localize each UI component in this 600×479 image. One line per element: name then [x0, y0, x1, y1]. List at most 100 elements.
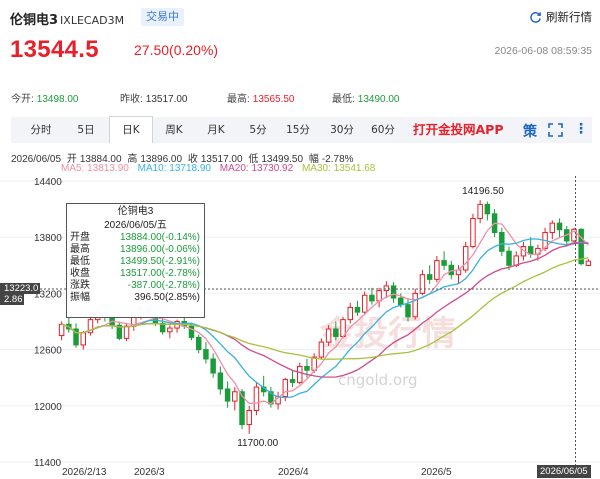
x-tick-label: 2026/3 — [134, 467, 165, 478]
strategy-icon[interactable]: 策 — [523, 121, 537, 141]
refresh-label: 刷新行情 — [546, 10, 592, 24]
tab-15min[interactable]: 15分 — [283, 117, 313, 143]
candle-body — [304, 365, 310, 371]
open-app-link[interactable]: 打开金投网APP — [413, 117, 504, 143]
candle-body — [289, 379, 296, 383]
min-price-annotation: 11700.00 — [237, 438, 278, 449]
candle-body — [549, 222, 556, 234]
candle-body — [484, 203, 491, 215]
stat-low: 最低: 13490.00 — [332, 94, 400, 105]
stat-high: 最高: 13565.50 — [227, 94, 295, 105]
settings-icon[interactable]: ⋮ — [574, 121, 588, 137]
candle-body — [398, 297, 404, 306]
x-axis-labels: 2026/2/13 2026/3 2026/4 2026/5 — [62, 467, 452, 478]
tab-60min[interactable]: 60分 — [368, 117, 398, 143]
candle-body — [203, 349, 209, 360]
refresh-icon — [530, 11, 541, 23]
stat-prev-close: 昨收: 13517.00 — [120, 94, 188, 105]
candle-body — [167, 327, 173, 333]
y-tick-label: 12000 — [34, 402, 62, 413]
candle-body — [347, 306, 353, 321]
y-tick-label: 13800 — [34, 233, 62, 244]
instrument-code: IXLECAD3M — [60, 14, 125, 27]
candle-body — [556, 222, 563, 231]
candle-body — [477, 203, 483, 219]
candle-body — [434, 260, 440, 280]
instrument-title: 伦铜电3 IXLECAD3M — [10, 9, 124, 28]
candle-body — [195, 336, 202, 351]
candle-body — [499, 232, 505, 252]
y-axis-labels: 144001380013200126001200011400 — [34, 177, 62, 469]
stat-open: 今开: 13498.00 — [11, 94, 79, 105]
ohlc-date: 2026/06/05 — [11, 154, 62, 165]
y-tick-label: 12600 — [34, 346, 62, 357]
candle-body — [513, 255, 519, 266]
candle-body — [376, 290, 382, 302]
candle-body — [470, 217, 476, 248]
instrument-name: 伦铜电3 — [10, 13, 59, 28]
quote-time: 2026-06-08 08:59:35 — [494, 45, 593, 57]
candle-body — [383, 285, 390, 292]
candle-body — [448, 264, 455, 276]
candle-body — [369, 294, 375, 302]
fullscreen-icon[interactable] — [548, 123, 563, 137]
candle-body — [224, 388, 231, 402]
tooltip-name: 伦铜电3 — [117, 206, 154, 217]
candle-body — [441, 260, 447, 266]
x-tick-label: 2026/2/13 — [62, 467, 107, 478]
crosshair-price-label: 13223.0 — [0, 283, 40, 294]
candle-body — [58, 323, 65, 337]
refresh-button[interactable]: 刷新行情 — [529, 9, 592, 25]
header: 伦铜电3 IXLECAD3M 交易中 刷新行情 — [0, 0, 600, 30]
tab-monthly-k[interactable]: 月K — [201, 117, 231, 143]
candle-body — [311, 356, 317, 371]
crosshair-date-label: 2026/06/05 — [537, 465, 591, 478]
candle-body — [390, 285, 397, 299]
candle-body — [123, 325, 130, 339]
candle-body — [405, 304, 411, 318]
candle-body — [506, 250, 512, 266]
tooltip-row: 最高 13896.00(-0.06%) — [70, 244, 200, 255]
candle-body — [412, 292, 418, 318]
tooltip-row: 涨跌 -387.00(-2.78%) — [70, 280, 200, 291]
candle-body — [318, 341, 325, 358]
x-tick-label: 2026/4 — [278, 467, 309, 478]
max-price-annotation: 14196.50 — [462, 186, 504, 197]
watermark: 金投行情 cngold.org — [319, 314, 456, 389]
tab-daily-k[interactable]: 日K — [109, 116, 153, 143]
candle-body — [210, 358, 216, 374]
tab-30min[interactable]: 30分 — [327, 117, 357, 143]
tooltip-date: 2026/06/05/五 — [104, 220, 167, 231]
tooltip-row: 振幅 396.50(2.85%) — [70, 292, 200, 303]
candle-body — [297, 365, 303, 383]
tab-5min[interactable]: 5分 — [245, 117, 271, 143]
quote-stats: 今开: 13498.00 昨收: 13517.00 最高: 13565.50 最低: 1… — [0, 90, 600, 105]
price-change: 27.50(0.20%) — [134, 42, 219, 58]
x-tick-label: 2026/5 — [421, 467, 452, 478]
tooltip-row: 开盘 13884.00(-0.14%) — [70, 232, 200, 243]
period-tabs: 分时 5日 日K 周K 月K 5分 15分 30分 60分 打开金投网APP 策… — [11, 116, 592, 143]
candle-body — [232, 391, 238, 402]
candle-body — [462, 246, 469, 271]
tooltip-row: 收盘 13517.00(-2.78%) — [70, 268, 200, 279]
candle-body — [419, 274, 426, 294]
candle-body — [325, 328, 332, 343]
tab-intraday[interactable]: 分时 — [24, 117, 58, 143]
trading-status-badge: 交易中 — [141, 8, 184, 26]
tab-weekly-k[interactable]: 周K — [159, 117, 189, 143]
y-tick-label: 11400 — [34, 458, 62, 469]
candle-body — [426, 274, 433, 280]
candle-body — [217, 372, 224, 390]
y-tick-label: 14400 — [34, 177, 62, 188]
candle-tooltip: 伦铜电3 2026/06/05/五 开盘 13884.00(-0.14%) 最高 1… — [66, 203, 205, 318]
candle-body — [354, 306, 361, 313]
candle-body — [80, 332, 86, 346]
tab-5day[interactable]: 5日 — [71, 117, 101, 143]
tooltip-row: 最低 13499.50(-2.91%) — [70, 256, 200, 267]
candle-body — [333, 328, 339, 337]
candle-body — [253, 386, 260, 411]
last-price: 13544.5 — [10, 36, 99, 63]
crosshair-pct-label: 2.86 — [0, 294, 24, 305]
candle-body — [246, 409, 252, 426]
candle-body — [585, 260, 592, 266]
